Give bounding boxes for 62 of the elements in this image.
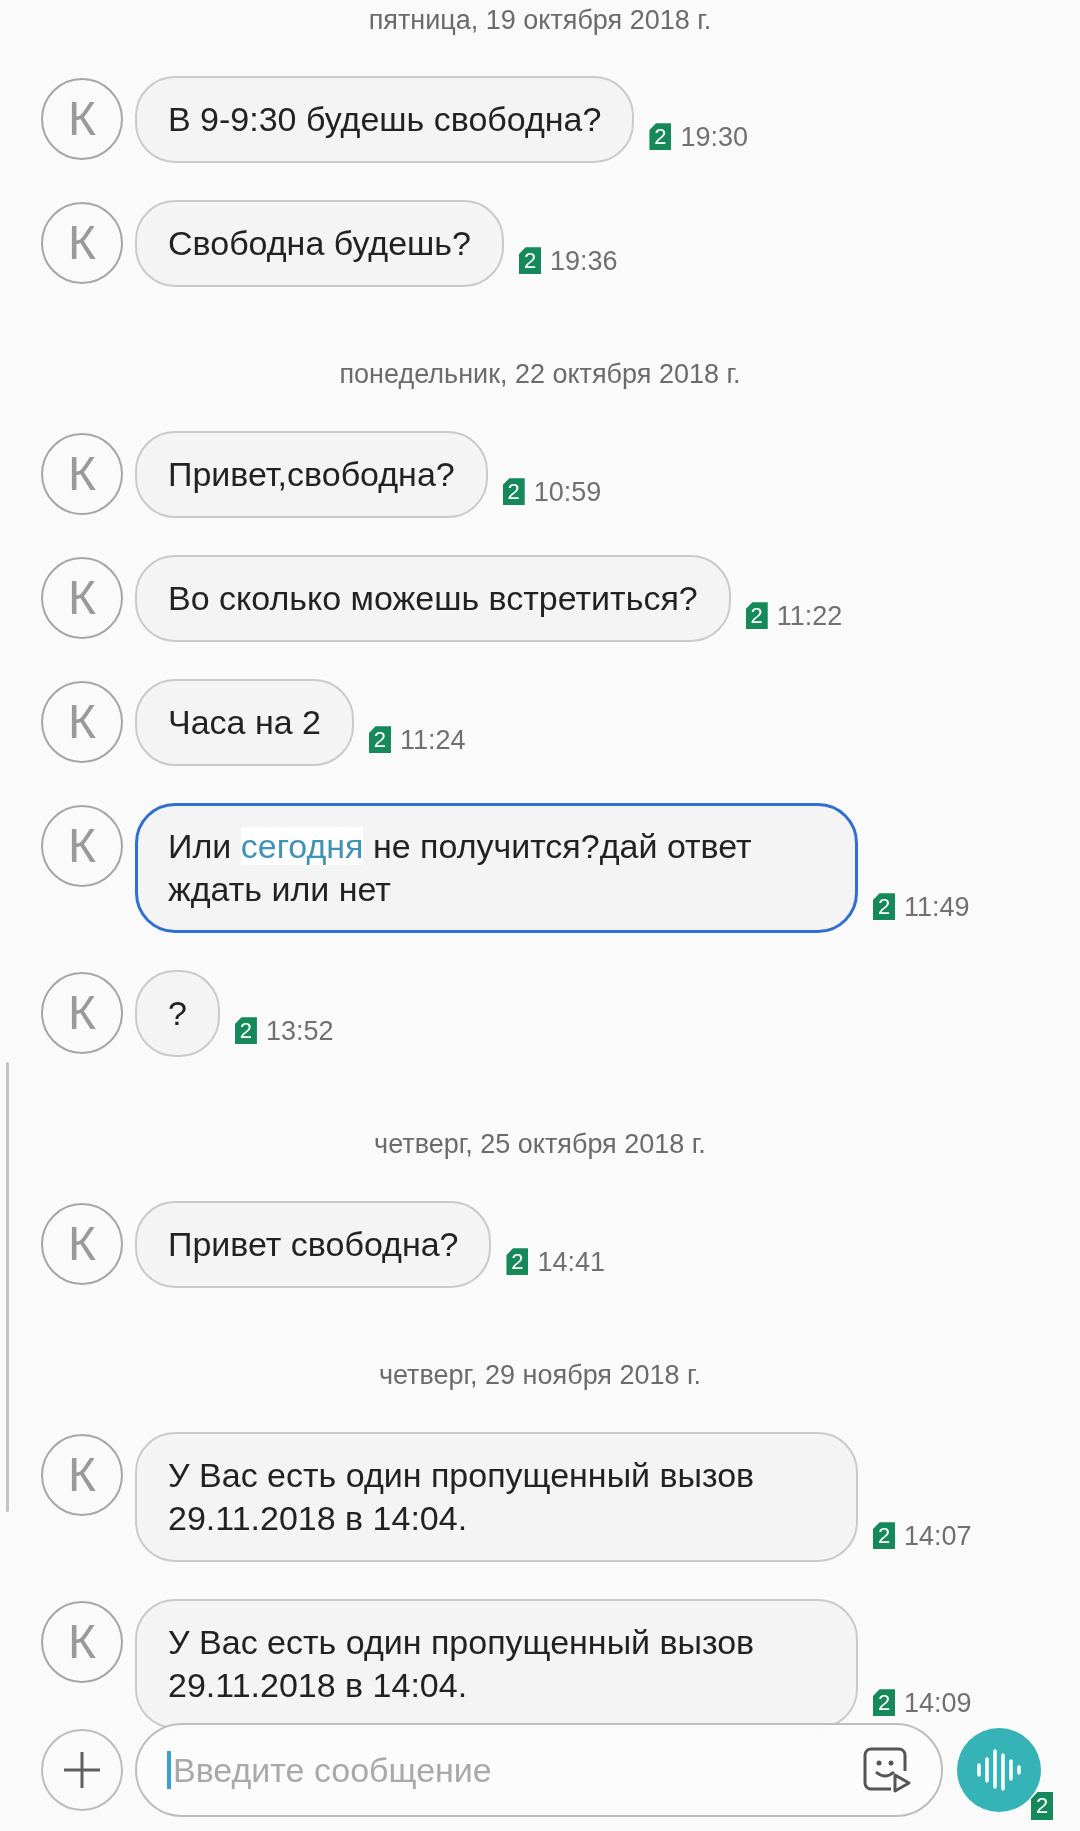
message-time: 14:41 [537, 1245, 606, 1279]
sim-badge: 2 [368, 726, 391, 754]
date-header: понедельник, 22 октября 2018 г. [339, 357, 741, 391]
contact-avatar[interactable]: К [41, 557, 123, 639]
message-bubble[interactable]: Привет,свободна? [135, 431, 488, 518]
message-text: Привет свободна? [168, 1224, 459, 1265]
message-field[interactable]: Введите сообщение [135, 1723, 943, 1817]
message-time: 10:59 [533, 475, 602, 509]
sim-badge: 2 [519, 247, 541, 275]
contact-avatar[interactable]: К [41, 1434, 123, 1516]
message-text: Привет,свободна? [168, 454, 455, 495]
message-bubble[interactable]: У Вас есть один пропущенный вызов 29.11.2018 в 14:04. [135, 1599, 858, 1729]
message-text: ? [168, 993, 187, 1034]
sticker-icon[interactable] [861, 1745, 913, 1795]
message-time: 14:09 [904, 1686, 972, 1720]
message-text: Свободна будешь? [168, 223, 471, 264]
message-time: 11:49 [904, 890, 970, 924]
message-text: У Вас есть один пропущенный вызов 29.11.2018 в 14:04. [168, 1455, 756, 1539]
message-text: У Вас есть один пропущенный вызов 29.11.2018 в 14:04. [168, 1622, 756, 1706]
message-bubble[interactable]: ? [135, 970, 220, 1057]
sim-badge: 2 [506, 1248, 529, 1276]
date-header: пятница, 19 октября 2018 г. [368, 3, 712, 37]
message-bubble[interactable]: Часа на 2 [135, 679, 354, 766]
message-time: 13:52 [265, 1014, 334, 1048]
sim-badge: 2 [745, 602, 768, 630]
sim-badge: 2 [873, 893, 895, 921]
contact-avatar[interactable]: К [41, 433, 123, 515]
contact-avatar[interactable]: К [41, 972, 123, 1054]
contact-avatar[interactable]: К [41, 681, 123, 763]
message-bubble[interactable]: Привет свободна? [135, 1201, 492, 1288]
message-text: Во сколько можешь встретиться? [168, 578, 698, 619]
message-text: Или сегодня не получится?дай ответ ждать или нет [168, 826, 753, 910]
message-text: Часа на 2 [168, 702, 321, 743]
date-header: четверг, 25 октября 2018 г. [374, 1127, 706, 1161]
message-time: 14:07 [904, 1519, 972, 1553]
message-time: 19:30 [680, 120, 748, 154]
add-button[interactable] [41, 1729, 123, 1811]
message-time: 11:22 [776, 599, 843, 633]
contact-avatar[interactable]: К [41, 78, 123, 160]
contact-avatar[interactable]: К [41, 805, 123, 887]
message-bubble[interactable]: Во сколько можешь встретиться? [135, 555, 731, 642]
message-text: В 9-9:30 будешь свободна? [168, 99, 602, 140]
sim-badge: 2 [1031, 1792, 1053, 1820]
message-time: 11:24 [399, 723, 466, 757]
sim-badge: 2 [502, 478, 525, 506]
sim-badge: 2 [649, 123, 672, 151]
contact-avatar[interactable]: К [41, 1203, 123, 1285]
message-bubble[interactable]: В 9-9:30 будешь свободна? [135, 76, 635, 163]
message-bubble[interactable]: Свободна будешь? [135, 200, 504, 287]
text-cursor [167, 1751, 171, 1789]
link[interactable]: сегодня [240, 827, 364, 865]
sim-badge: 2 [234, 1017, 257, 1045]
contact-avatar[interactable]: К [41, 1601, 123, 1683]
plus-icon [62, 1750, 102, 1790]
scroll-handle[interactable] [6, 1062, 9, 1512]
message-time: 19:36 [550, 244, 618, 278]
sim-badge: 2 [873, 1522, 895, 1550]
message-bubble[interactable]: Или сегодня не получится?дай ответ ждать или нет [135, 803, 858, 933]
sim-badge: 2 [873, 1689, 895, 1717]
date-header: четверг, 29 ноября 2018 г. [378, 1358, 702, 1392]
contact-avatar[interactable]: К [41, 202, 123, 284]
message-bubble[interactable]: У Вас есть один пропущенный вызов 29.11.2018 в 14:04. [135, 1432, 858, 1562]
